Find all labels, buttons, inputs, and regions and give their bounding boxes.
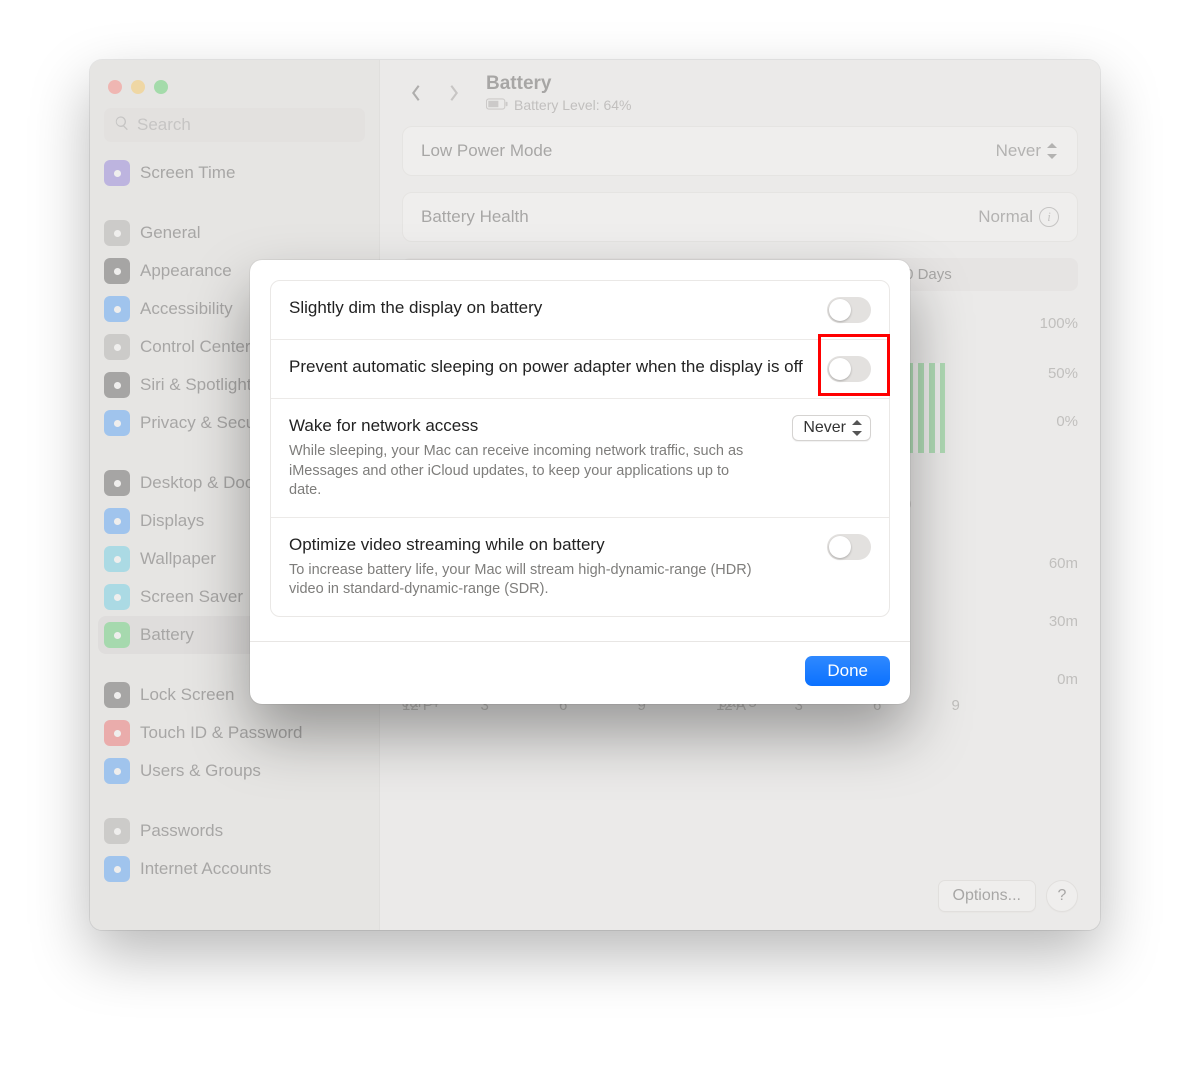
options-button[interactable]: Options... [938, 880, 1036, 912]
sidebar-icon [104, 410, 130, 436]
battery-health-card: Battery Health Normal i [402, 192, 1078, 242]
sidebar-icon [104, 758, 130, 784]
sidebar-icon [104, 818, 130, 844]
row-label: Battery Health [421, 207, 529, 227]
sidebar-icon [104, 682, 130, 708]
y-tick: 0m [1057, 671, 1078, 688]
separator [250, 641, 910, 642]
option-description: While sleeping, your Mac can receive inc… [289, 442, 759, 501]
sidebar-icon [104, 470, 130, 496]
y-tick: 50% [1048, 365, 1078, 382]
info-icon[interactable]: i [1039, 207, 1059, 227]
zoom-window[interactable] [154, 80, 168, 94]
battery-icon [486, 97, 508, 113]
sidebar-item-touch-id-password[interactable]: Touch ID & Password [90, 714, 379, 752]
sidebar-icon [104, 856, 130, 882]
sidebar-item-label: Displays [140, 511, 204, 531]
battery-health-row[interactable]: Battery Health Normal i [403, 193, 1077, 241]
low-power-card: Low Power Mode Never [402, 126, 1078, 176]
sidebar-item-users-groups[interactable]: Users & Groups [90, 752, 379, 790]
toggle[interactable] [827, 534, 871, 560]
select[interactable]: Never [792, 415, 871, 441]
search-placeholder: Search [137, 115, 191, 135]
y-tick: 60m [1049, 555, 1078, 572]
modal-footer: Done [250, 656, 910, 686]
option-row-3: Optimize video streaming while on batter… [271, 518, 889, 616]
header: Battery Battery Level: 64% [380, 60, 1100, 126]
sidebar-icon [104, 720, 130, 746]
sidebar-icon [104, 296, 130, 322]
row-label: Low Power Mode [421, 141, 552, 161]
sidebar-icon [104, 546, 130, 572]
page-subtitle: Battery Level: 64% [486, 97, 632, 113]
page-title: Battery [486, 73, 632, 95]
sidebar-item-label: Screen Time [140, 163, 235, 183]
sidebar-icon [104, 508, 130, 534]
minimize-window[interactable] [131, 80, 145, 94]
sidebar-item-label: Desktop & Dock [140, 473, 262, 493]
option-description: To increase battery life, your Mac will … [289, 561, 759, 600]
option-label: Optimize video streaming while on batter… [289, 534, 759, 557]
sidebar-icon [104, 584, 130, 610]
updown-icon [1047, 143, 1059, 159]
sidebar-item-label: Accessibility [140, 299, 233, 319]
sidebar-item-label: Wallpaper [140, 549, 216, 569]
sidebar-icon [104, 372, 130, 398]
sidebar-icon [104, 622, 130, 648]
sidebar-item-label: Users & Groups [140, 761, 261, 781]
y-tick: 30m [1049, 613, 1078, 630]
sidebar-item-label: Control Center [140, 337, 251, 357]
low-power-mode-row[interactable]: Low Power Mode Never [403, 127, 1077, 175]
sidebar-item-label: Siri & Spotlight [140, 375, 252, 395]
sidebar-item-label: Battery [140, 625, 194, 645]
option-label: Wake for network access [289, 415, 759, 438]
search-icon [114, 115, 130, 136]
sidebar-icon [104, 220, 130, 246]
toggle[interactable] [827, 356, 871, 382]
window-controls [90, 70, 379, 108]
option-label: Prevent automatic sleeping on power adap… [289, 356, 803, 379]
help-button[interactable]: ? [1046, 880, 1078, 912]
toggle[interactable] [827, 297, 871, 323]
row-value: Never [996, 141, 1059, 161]
sidebar-item-label: Appearance [140, 261, 232, 281]
sidebar-icon [104, 334, 130, 360]
sidebar-item-label: Screen Saver [140, 587, 243, 607]
options-list: Slightly dim the display on battery Preve… [270, 280, 890, 617]
updown-icon [852, 420, 864, 436]
search-input[interactable]: Search [104, 108, 365, 142]
option-row-0: Slightly dim the display on battery [271, 281, 889, 340]
option-label: Slightly dim the display on battery [289, 297, 542, 320]
sidebar-item-label: Lock Screen [140, 685, 235, 705]
sidebar-item-label: General [140, 223, 200, 243]
sidebar-item-internet-accounts[interactable]: Internet Accounts [90, 850, 379, 888]
sidebar-item-general[interactable]: General [90, 214, 379, 252]
battery-options-dialog: Slightly dim the display on battery Preve… [250, 260, 910, 704]
sidebar-icon [104, 258, 130, 284]
y-tick: 0% [1056, 413, 1078, 430]
done-button[interactable]: Done [805, 656, 890, 686]
sidebar-item-label: Touch ID & Password [140, 723, 303, 743]
row-value: Normal i [978, 207, 1059, 227]
option-row-1: Prevent automatic sleeping on power adap… [271, 340, 889, 399]
select-value: Never [803, 419, 846, 437]
sidebar-item-screen-time[interactable]: Screen Time [90, 154, 379, 192]
sidebar-item-label: Internet Accounts [140, 859, 271, 879]
forward-button[interactable] [440, 79, 468, 107]
sidebar-item-passwords[interactable]: Passwords [90, 812, 379, 850]
back-button[interactable] [402, 79, 430, 107]
sidebar-icon [104, 160, 130, 186]
y-tick: 100% [1040, 315, 1078, 332]
footer-buttons: Options... ? [938, 880, 1078, 912]
option-row-2: Wake for network access While sleeping, y… [271, 399, 889, 518]
close-window[interactable] [108, 80, 122, 94]
sidebar-item-label: Passwords [140, 821, 223, 841]
